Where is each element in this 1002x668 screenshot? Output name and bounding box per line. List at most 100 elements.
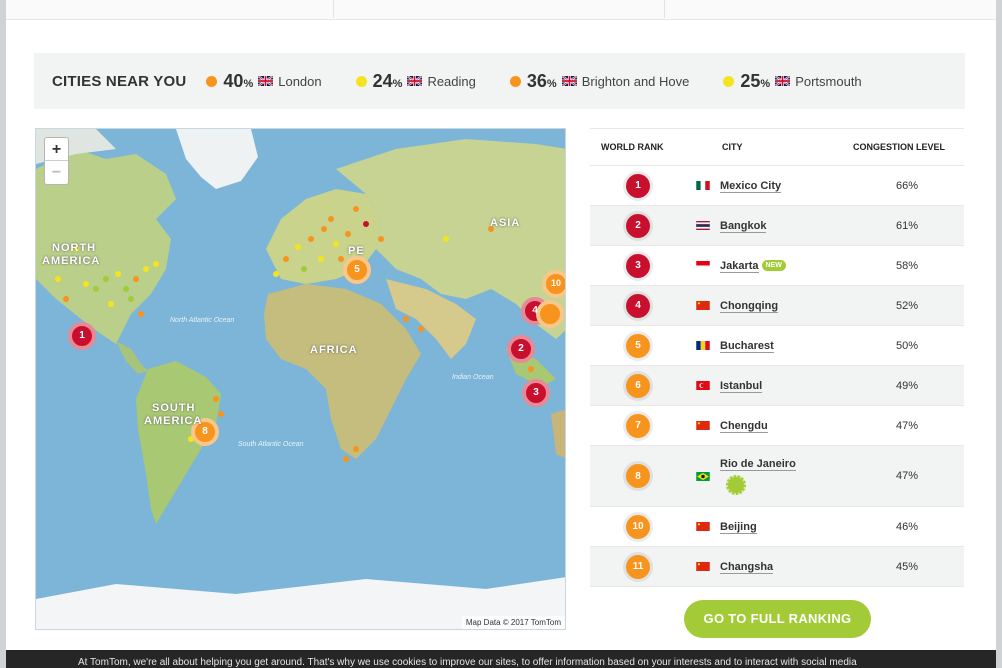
city-near-unit: % xyxy=(760,77,771,90)
turkey-flag-icon xyxy=(686,381,720,390)
rank-badge: 8 xyxy=(626,464,650,488)
rank-cell: 4 xyxy=(590,293,686,318)
rank-marker-8-label[interactable]: 8 xyxy=(199,426,211,437)
uk-flag-icon xyxy=(258,76,278,86)
ranking-row[interactable]: 7 Chengdu 47% xyxy=(590,406,964,446)
china-flag-icon xyxy=(686,301,720,310)
rank-badge: 4 xyxy=(626,293,650,318)
rank-cell: 5 xyxy=(590,333,686,358)
city-cell: Chengdu xyxy=(720,419,850,433)
nav-separator xyxy=(664,0,665,18)
rank-badge: 10 xyxy=(626,514,650,539)
rank-badge: 7 xyxy=(626,413,650,438)
congestion-level-value: 52% xyxy=(895,299,919,312)
city-name-link[interactable]: Bucharest xyxy=(720,339,774,353)
greenland-land xyxy=(176,129,258,189)
rank-marker-5-label[interactable]: 5 xyxy=(351,264,363,275)
city-near-name: Portsmouth xyxy=(795,73,862,89)
city-near-value: 25 xyxy=(740,70,761,91)
ranking-row[interactable]: 3 Jakarta NEW 58% xyxy=(590,246,964,286)
ranking-row[interactable]: 5 Bucharest 50% xyxy=(590,326,964,366)
china-flag-icon xyxy=(686,562,720,571)
congestion-level-value: 47% xyxy=(895,419,919,432)
city-near-name: Reading xyxy=(427,73,476,89)
map-label-south-america: AMERICA xyxy=(144,415,203,427)
congestion-level-value: 45% xyxy=(895,560,919,573)
city-name-link[interactable]: Chengdu xyxy=(720,419,768,433)
ranking-row[interactable]: 4 Chongqing 52% xyxy=(590,286,964,326)
city-name-link[interactable]: Mexico City xyxy=(720,179,782,193)
top-navigation-strip xyxy=(6,0,996,20)
city-near-chip[interactable]: 24% Reading xyxy=(355,70,476,92)
ranking-row[interactable]: 11 Changsha 45% xyxy=(590,547,964,587)
thailand-flag-icon xyxy=(686,221,720,230)
city-cell: Mexico City xyxy=(720,179,850,193)
china-flag-icon xyxy=(686,421,720,430)
city-name-link[interactable]: Chongqing xyxy=(720,299,779,313)
city-near-unit: % xyxy=(392,77,403,90)
city-name-link[interactable]: Jakarta xyxy=(720,259,759,273)
cities-near-you-bar: CITIES NEAR YOU 40% London 24% Reading 36% Br… xyxy=(34,53,965,109)
city-near-value: 40 xyxy=(223,70,244,91)
map-label-north: NORTH xyxy=(52,242,97,254)
uk-flag-icon xyxy=(775,76,791,86)
new-badge: NEW xyxy=(761,260,786,272)
rank-cell: 6 xyxy=(590,373,686,398)
city-name-link[interactable]: Bangkok xyxy=(720,219,767,233)
zoom-out-button[interactable]: − xyxy=(45,161,68,184)
rank-cell: 8 xyxy=(590,464,686,488)
header-world-rank: WORLD RANK xyxy=(601,142,664,152)
indonesia-flag-icon xyxy=(686,261,720,270)
congestion-level-value: 47% xyxy=(895,470,919,482)
city-near-value: 24 xyxy=(372,70,393,91)
city-near-chip[interactable]: 36% Brighton and Hove xyxy=(509,71,689,92)
rank-marker-3-label[interactable]: 3 xyxy=(530,387,542,398)
map-label-asia: ASIA xyxy=(490,217,521,229)
city-near-chip[interactable]: 40% London xyxy=(206,70,322,92)
congestion-map[interactable]: + − 1 2 3 4 5 8 10 NORTH AMERICA SOUTH A… xyxy=(35,128,566,630)
uk-flag-icon xyxy=(561,76,577,86)
rank-marker-cluster xyxy=(536,300,564,328)
china-flag-icon xyxy=(686,522,720,531)
mexico-flag-icon xyxy=(686,181,720,190)
city-cell: Istanbul xyxy=(720,379,850,393)
city-near-chip[interactable]: 25% Portsmouth xyxy=(723,70,862,92)
rank-cell: 11 xyxy=(590,554,686,579)
rank-badge: 3 xyxy=(626,253,650,278)
map-label-africa: AFRICA xyxy=(310,344,358,356)
rank-marker-10-label[interactable]: 10 xyxy=(546,278,565,288)
map-label-america: AMERICA xyxy=(42,255,101,267)
cookie-banner: At TomTom, we're all about helping you g… xyxy=(6,650,996,668)
rank-marker-2-label[interactable]: 2 xyxy=(515,343,527,354)
city-cell: Bucharest xyxy=(720,339,850,353)
ranking-row[interactable]: 8 Rio de Janeiro 47% xyxy=(590,446,964,507)
uk-flag-icon xyxy=(407,76,423,86)
rank-marker-1-label[interactable]: 1 xyxy=(76,330,88,341)
congestion-level-value: 46% xyxy=(895,520,919,533)
ranking-row[interactable]: 6 Istanbul 49% xyxy=(590,366,964,406)
city-name-link[interactable]: Changsha xyxy=(720,560,774,574)
ranking-row[interactable]: 10 Beijing 46% xyxy=(590,507,964,547)
brazil-flag-icon xyxy=(686,471,720,481)
congestion-level-value: 50% xyxy=(895,339,919,352)
header-city: CITY xyxy=(722,142,743,152)
map-label-south: SOUTH xyxy=(152,402,196,414)
city-cell: Changsha xyxy=(720,560,850,574)
city-name-link[interactable]: Beijing xyxy=(720,520,757,534)
city-name-link[interactable]: Rio de Janeiro xyxy=(720,457,796,471)
ranking-row[interactable]: 2 Bangkok 61% xyxy=(590,206,964,246)
central-america-land xyxy=(116,341,148,374)
map-label-indian-ocean: Indian Ocean xyxy=(452,374,494,381)
congestion-level-value: 66% xyxy=(895,179,919,192)
rank-cell: 3 xyxy=(590,253,686,278)
uk-flag-icon xyxy=(775,76,795,86)
zoom-in-button[interactable]: + xyxy=(45,138,68,161)
go-to-full-ranking-button[interactable]: GO TO FULL RANKING xyxy=(684,600,871,638)
city-name-link[interactable]: Istanbul xyxy=(720,379,763,393)
congestion-dot-icon xyxy=(723,75,735,87)
rank-cell: 1 xyxy=(590,173,686,198)
ranking-row[interactable]: 1 Mexico City 66% xyxy=(590,166,964,206)
rank-marker-4-label[interactable]: 4 xyxy=(529,305,541,316)
congestion-dot-icon xyxy=(509,75,521,87)
zoom-control: + − xyxy=(44,137,69,185)
